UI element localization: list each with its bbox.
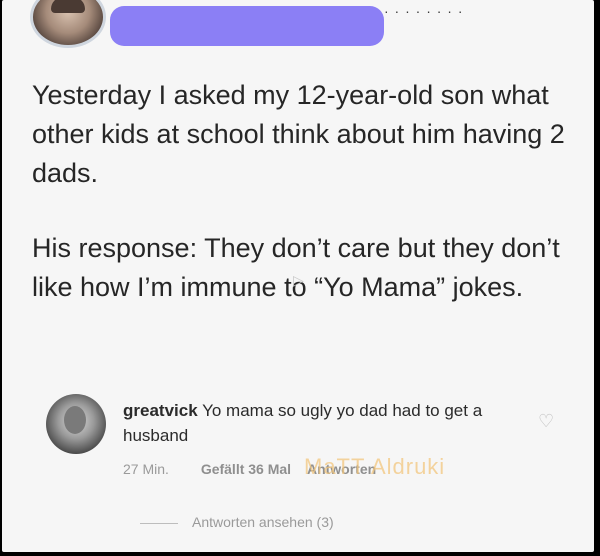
post-paragraph-1: Yesterday I asked my 12-year-old son wha… [32,80,565,188]
commenter-avatar[interactable] [46,394,106,454]
view-replies-link[interactable]: Antworten ansehen (3) [140,512,334,532]
poster-avatar[interactable] [30,0,106,48]
post-card: · · · · · · · · Yesterday I asked my 12-… [2,0,594,552]
play-icon: ▷ [293,272,304,288]
comment-likes[interactable]: Gefällt 36 Mal [201,458,291,480]
watermark: MaTT Aldruki [304,454,446,479]
redacted-username [110,6,384,46]
view-replies-label[interactable]: Antworten ansehen (3) [192,514,334,530]
comment: greatvick Yo mama so ugly yo dad had to … [123,398,528,448]
redaction-edge: · · · · · · · · [384,3,464,19]
comment-username[interactable]: greatvick [123,401,198,420]
heart-icon[interactable]: ♡ [538,412,556,430]
post-paragraph-2: His response: They don’t care but they d… [32,233,560,302]
divider-line [140,522,178,524]
avatar-hair [51,0,85,13]
comment-time: 27 Min. [123,461,169,477]
avatar-face [64,406,86,434]
